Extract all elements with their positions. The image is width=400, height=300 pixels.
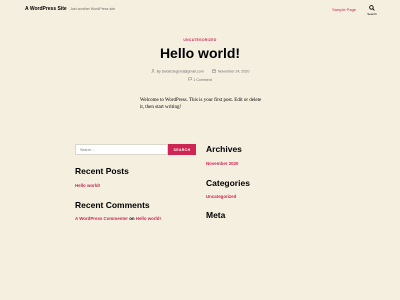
site-header: A WordPress Site Just another WordPress …: [0, 0, 400, 22]
post-meta: By Detail1legend@gmail.com November 24, …: [0, 69, 400, 74]
post-comments-link[interactable]: 1 Comment: [193, 78, 212, 82]
search-icon: [364, 5, 380, 11]
recent-posts-title: Recent Posts: [75, 166, 129, 176]
meta-title: Meta: [206, 210, 226, 220]
post-date[interactable]: November 24, 2020: [218, 69, 250, 73]
post-category-link[interactable]: UNCATEGORIZED: [0, 38, 400, 42]
comment-post-link[interactable]: Hello world!: [136, 216, 161, 221]
post-content: Welcome to WordPress. This is your first…: [140, 98, 262, 110]
search-input[interactable]: [75, 144, 168, 155]
site-description: Just another WordPress site: [70, 6, 116, 11]
recent-comment-item: A WordPress Commenter on Hello world!: [75, 216, 161, 221]
categories-title: Categories: [206, 178, 250, 188]
nav-link-sample-page[interactable]: Sample Page: [332, 7, 356, 12]
comment-author-link[interactable]: A WordPress Commenter: [75, 216, 128, 221]
search-toggle-label: Search: [367, 12, 377, 16]
post-meta-comments: 1 Comment: [0, 77, 400, 82]
search-toggle-button[interactable]: Search: [364, 5, 380, 19]
category-link[interactable]: Uncategorized: [206, 194, 236, 199]
search-submit-button[interactable]: SEARCH: [168, 144, 196, 155]
post-author[interactable]: By Detail1legend@gmail.com: [157, 69, 204, 73]
archives-title: Archives: [206, 144, 242, 154]
archive-link[interactable]: November 2020: [206, 161, 238, 166]
post-header: UNCATEGORIZED Hello world! By Detail1leg…: [0, 22, 400, 126]
widget-area: SEARCH Recent Posts Hello world! Recent …: [0, 126, 400, 300]
search-form: SEARCH: [75, 144, 196, 155]
recent-post-link[interactable]: Hello world!: [75, 183, 100, 188]
post-title[interactable]: Hello world!: [0, 45, 400, 61]
user-icon: [150, 69, 155, 74]
calendar-icon: [212, 69, 216, 74]
recent-comments-title: Recent Comments: [75, 200, 150, 210]
comment-on-text: on: [129, 216, 135, 221]
site-title[interactable]: A WordPress Site: [25, 6, 67, 12]
